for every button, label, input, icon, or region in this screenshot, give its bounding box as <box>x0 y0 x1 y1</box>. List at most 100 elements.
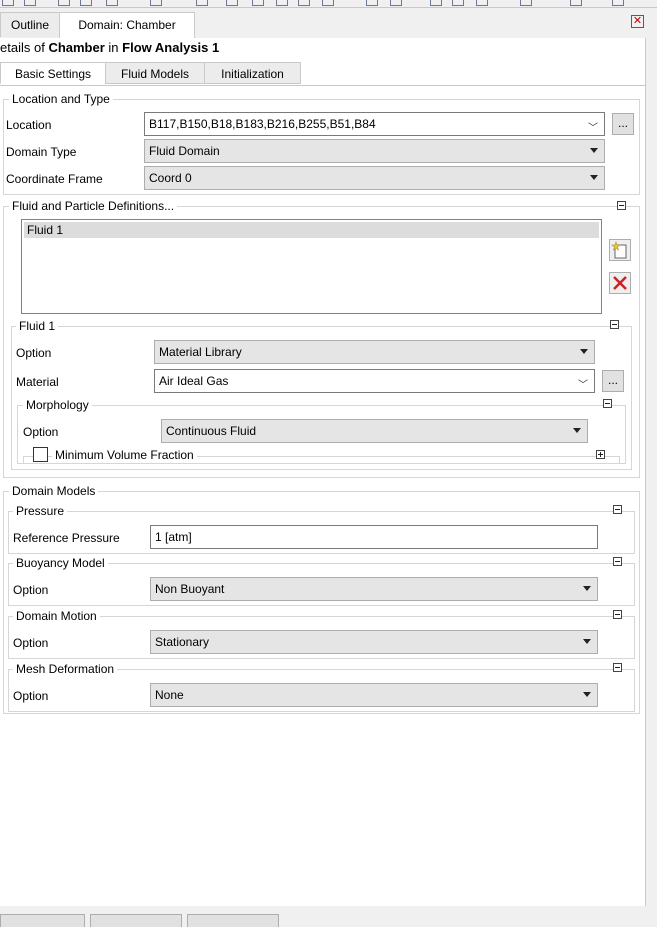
domain-type-value: Fluid Domain <box>149 144 220 158</box>
collapse-icon[interactable] <box>603 399 612 408</box>
panel-tabbar: Outline Domain: Chamber <box>0 12 657 39</box>
tab-outline[interactable]: Outline <box>0 12 60 37</box>
morphology-legend: Morphology <box>23 398 92 412</box>
toolbar-icon[interactable] <box>322 0 334 6</box>
collapse-icon[interactable] <box>610 320 619 329</box>
toolbar-icon[interactable] <box>2 0 14 6</box>
toolbar-icon[interactable] <box>276 0 288 6</box>
buoyancy-option-value: Non Buoyant <box>155 582 225 596</box>
reference-pressure-input[interactable]: 1 [atm] <box>150 525 598 549</box>
dropdown-arrow-icon <box>583 692 591 697</box>
new-item-icon <box>611 241 627 259</box>
toolbar-icon[interactable] <box>390 0 402 6</box>
collapse-icon[interactable] <box>613 610 622 619</box>
buoyancy-legend: Buoyancy Model <box>13 556 108 570</box>
buoyancy-option-label: Option <box>13 583 49 597</box>
dropdown-arrow-icon <box>590 148 598 153</box>
dropdown-arrow-icon <box>583 639 591 644</box>
coord-frame-value: Coord 0 <box>149 171 192 185</box>
toolbar-icon[interactable] <box>106 0 118 6</box>
dropdown-arrow-icon <box>590 175 598 180</box>
domain-motion-option-select[interactable]: Stationary <box>150 630 598 654</box>
details-title: etails of Chamber in Flow Analysis 1 <box>0 40 219 56</box>
coord-frame-label: Coordinate Frame <box>6 172 103 186</box>
expand-icon[interactable] <box>596 450 605 459</box>
dropdown-arrow-icon <box>583 586 591 591</box>
tab-divider <box>0 85 646 86</box>
location-value: B117,B150,B18,B183,B216,B255,B51,B84 <box>149 117 376 131</box>
domain-motion-legend: Domain Motion <box>13 609 100 623</box>
reference-pressure-value: 1 [atm] <box>155 530 192 544</box>
toolbar-icon[interactable] <box>612 0 624 6</box>
close-icon[interactable]: ✕ <box>631 15 644 28</box>
morphology-option-value: Continuous Fluid <box>166 424 257 438</box>
chevron-down-icon[interactable]: ﹀ <box>588 118 598 140</box>
mesh-deformation-legend: Mesh Deformation <box>13 662 118 676</box>
domain-type-label: Domain Type <box>6 145 77 159</box>
location-type-legend: Location and Type <box>9 92 113 106</box>
mesh-deformation-option-label: Option <box>13 689 49 703</box>
bottom-button[interactable] <box>0 914 85 927</box>
material-input[interactable]: Air Ideal Gas ﹀ <box>154 369 595 393</box>
location-label: Location <box>6 118 52 132</box>
toolbar-icon[interactable] <box>366 0 378 6</box>
domain-type-select[interactable]: Fluid Domain <box>144 139 605 163</box>
tab-initialization[interactable]: Initialization <box>204 62 301 84</box>
delete-fluid-button[interactable] <box>609 272 631 294</box>
toolbar-icon[interactable] <box>80 0 92 6</box>
fluid1-legend: Fluid 1 <box>16 319 59 333</box>
delete-icon <box>613 276 627 290</box>
toolbar <box>0 0 657 8</box>
fluid1-option-select[interactable]: Material Library <box>154 340 595 364</box>
dropdown-arrow-icon <box>580 349 588 354</box>
domain-motion-option-value: Stationary <box>155 635 210 649</box>
toolbar-icon[interactable] <box>298 0 310 6</box>
tab-basic-settings[interactable]: Basic Settings <box>0 62 106 84</box>
title-prefix: etails of <box>0 40 45 55</box>
collapse-icon[interactable] <box>613 663 622 672</box>
toolbar-icon[interactable] <box>196 0 208 6</box>
title-in: in <box>108 40 119 55</box>
chevron-down-icon[interactable]: ﹀ <box>578 375 588 397</box>
buoyancy-option-select[interactable]: Non Buoyant <box>150 577 598 601</box>
min-vol-checkbox[interactable] <box>33 447 48 462</box>
bottom-button[interactable] <box>90 914 182 927</box>
title-object: Chamber <box>48 40 105 55</box>
location-input[interactable]: B117,B150,B18,B183,B216,B255,B51,B84 ﹀ <box>144 112 605 136</box>
bottom-button[interactable] <box>187 914 279 927</box>
fluid-defs-legend: Fluid and Particle Definitions... <box>9 199 178 213</box>
morphology-option-label: Option <box>23 425 59 439</box>
pressure-legend: Pressure <box>13 504 68 518</box>
toolbar-icon[interactable] <box>452 0 464 6</box>
material-value: Air Ideal Gas <box>159 374 229 388</box>
location-browse-button[interactable]: ... <box>612 113 634 135</box>
toolbar-icon[interactable] <box>570 0 582 6</box>
list-item[interactable]: Fluid 1 <box>24 222 599 238</box>
min-vol-label: Minimum Volume Fraction <box>52 448 197 462</box>
collapse-icon[interactable] <box>613 505 622 514</box>
collapse-icon[interactable] <box>617 201 626 210</box>
morphology-option-select[interactable]: Continuous Fluid <box>161 419 588 443</box>
toolbar-icon[interactable] <box>58 0 70 6</box>
toolbar-icon[interactable] <box>24 0 36 6</box>
mesh-deformation-option-select[interactable]: None <box>150 683 598 707</box>
new-fluid-button[interactable] <box>609 239 631 261</box>
domain-models-legend: Domain Models <box>9 484 99 498</box>
mesh-deformation-option-value: None <box>155 688 184 702</box>
toolbar-icon[interactable] <box>430 0 442 6</box>
toolbar-icon[interactable] <box>476 0 488 6</box>
toolbar-icon[interactable] <box>226 0 238 6</box>
tab-domain-chamber[interactable]: Domain: Chamber <box>59 12 195 39</box>
material-label: Material <box>16 375 59 389</box>
fluid1-option-label: Option <box>16 346 52 360</box>
collapse-icon[interactable] <box>613 557 622 566</box>
material-browse-button[interactable]: ... <box>602 370 624 392</box>
toolbar-icon[interactable] <box>252 0 264 6</box>
toolbar-icon[interactable] <box>150 0 162 6</box>
coord-frame-select[interactable]: Coord 0 <box>144 166 605 190</box>
toolbar-icon[interactable] <box>520 0 532 6</box>
fluid1-option-value: Material Library <box>159 345 242 359</box>
domain-motion-option-label: Option <box>13 636 49 650</box>
tab-fluid-models[interactable]: Fluid Models <box>105 62 205 84</box>
fluid-list[interactable]: Fluid 1 <box>21 219 602 314</box>
